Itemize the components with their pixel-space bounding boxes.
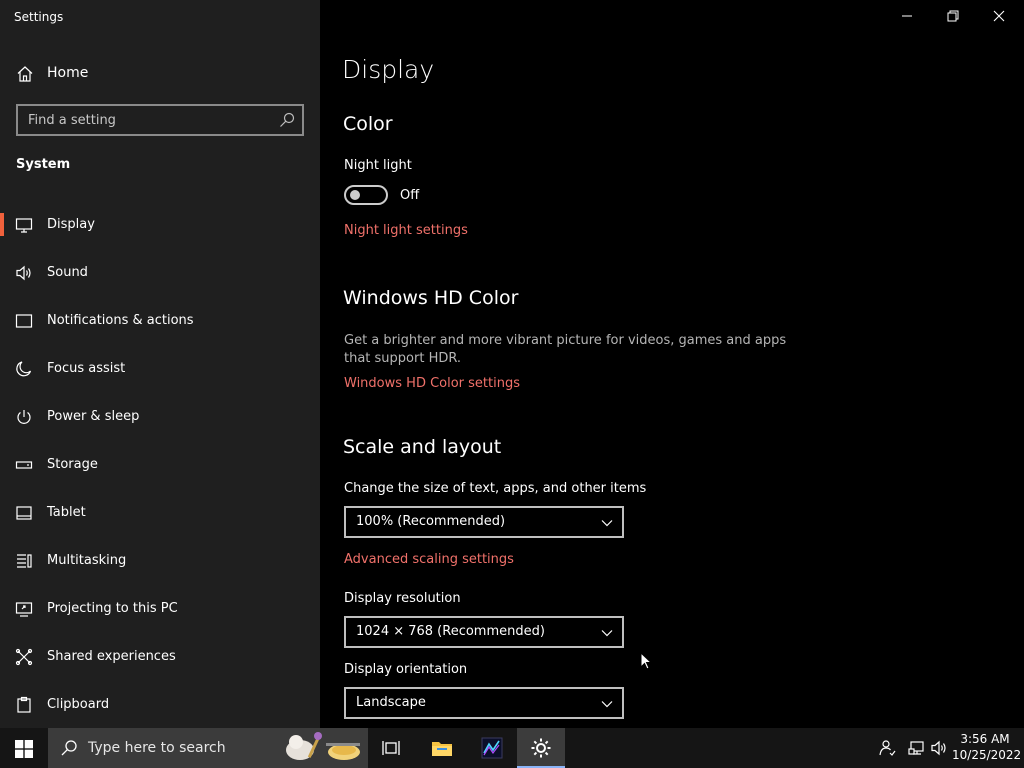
file-explorer-button[interactable] — [418, 728, 466, 768]
home-icon — [16, 65, 34, 83]
minimize-icon — [902, 15, 912, 17]
color-heading: Color — [343, 113, 393, 135]
restore-button[interactable] — [930, 0, 976, 32]
sidebar: Settings Home System Display So — [0, 0, 320, 728]
scale-value: 100% (Recommended) — [356, 514, 506, 529]
task-view-icon — [382, 741, 400, 755]
find-setting-input[interactable] — [18, 106, 268, 134]
volume-icon[interactable] — [930, 739, 948, 757]
sidebar-item-label: Notifications & actions — [47, 313, 194, 328]
night-light-settings-link[interactable]: Night light settings — [344, 223, 468, 238]
sidebar-item-sound[interactable]: Sound — [0, 256, 320, 304]
sidebar-item-label: Focus assist — [47, 361, 126, 376]
size-label: Change the size of text, apps, and other… — [344, 481, 647, 496]
night-light-label: Night light — [344, 158, 412, 173]
scale-dropdown[interactable]: 100% (Recommended) — [344, 506, 624, 538]
monitor-icon — [15, 216, 33, 234]
orientation-value: Landscape — [356, 695, 426, 710]
clock-time: 3:56 AM — [960, 732, 1010, 746]
hd-color-settings-link[interactable]: Windows HD Color settings — [344, 376, 520, 391]
sidebar-item-label: Power & sleep — [47, 409, 140, 424]
sidebar-item-label: Storage — [47, 457, 98, 472]
tablet-icon — [15, 504, 33, 522]
night-light-toggle[interactable] — [344, 185, 388, 205]
clipboard-icon — [15, 696, 33, 714]
taskbar: Type here to search 3:56 AM 10/25/2022 — [0, 728, 1024, 768]
notification-icon — [15, 312, 33, 330]
sidebar-item-notifications[interactable]: Notifications & actions — [0, 304, 320, 352]
sidebar-item-display[interactable]: Display — [0, 208, 320, 256]
sidebar-item-label: Tablet — [47, 505, 86, 520]
main-content: Display Color Night light Off Night ligh… — [320, 0, 1024, 728]
sidebar-item-projecting[interactable]: Projecting to this PC — [0, 592, 320, 640]
chevron-down-icon — [601, 520, 613, 527]
sidebar-nav: Display Sound Notifications & actions Fo… — [0, 208, 320, 736]
sidebar-item-label: Sound — [47, 265, 88, 280]
mouse-cursor-icon — [640, 652, 652, 670]
clock-date: 10/25/2022 — [952, 748, 1022, 762]
window-controls — [884, 0, 1024, 32]
app-title: Settings — [14, 10, 64, 24]
search-icon[interactable] — [279, 112, 295, 128]
resolution-label: Display resolution — [344, 591, 461, 606]
scale-layout-heading: Scale and layout — [343, 436, 502, 458]
taskbar-search-text: Type here to search — [88, 740, 226, 756]
section-title: System — [16, 157, 71, 172]
moon-icon — [15, 360, 33, 378]
sidebar-item-power-sleep[interactable]: Power & sleep — [0, 400, 320, 448]
clock[interactable]: 3:56 AM 10/25/2022 — [952, 731, 1022, 763]
chevron-down-icon — [601, 701, 613, 708]
sidebar-item-focus-assist[interactable]: Focus assist — [0, 352, 320, 400]
page-title: Display — [342, 55, 435, 84]
sidebar-item-label: Multitasking — [47, 553, 127, 568]
sidebar-item-label: Projecting to this PC — [47, 601, 178, 616]
home-label: Home — [47, 65, 89, 81]
stocks-app-button[interactable] — [468, 728, 516, 768]
start-button[interactable] — [0, 728, 48, 768]
close-icon — [993, 10, 1005, 22]
home-button[interactable]: Home — [0, 58, 320, 90]
storage-icon — [15, 456, 33, 474]
speaker-icon — [15, 264, 33, 282]
orientation-dropdown[interactable]: Landscape — [344, 687, 624, 719]
sidebar-item-shared-experiences[interactable]: Shared experiences — [0, 640, 320, 688]
windows-logo-icon — [15, 740, 33, 758]
toggle-knob — [350, 190, 360, 200]
system-tray: 3:56 AM 10/25/2022 — [864, 728, 1024, 768]
network-icon[interactable] — [908, 739, 926, 757]
resolution-value: 1024 × 768 (Recommended) — [356, 624, 545, 639]
find-setting-box[interactable] — [16, 104, 304, 136]
orientation-label: Display orientation — [344, 662, 468, 677]
search-icon — [61, 740, 77, 756]
minimize-button[interactable] — [884, 0, 930, 32]
sidebar-item-tablet[interactable]: Tablet — [0, 496, 320, 544]
sidebar-item-multitasking[interactable]: Multitasking — [0, 544, 320, 592]
advanced-scaling-link[interactable]: Advanced scaling settings — [344, 552, 514, 567]
chevron-down-icon — [601, 630, 613, 637]
sidebar-item-label: Display — [47, 217, 95, 232]
hd-color-description: Get a brighter and more vibrant picture … — [344, 333, 787, 366]
resolution-dropdown[interactable]: 1024 × 768 (Recommended) — [344, 616, 624, 648]
task-view-button[interactable] — [368, 728, 416, 768]
chart-app-icon — [481, 737, 503, 759]
power-icon — [15, 408, 33, 426]
people-icon[interactable] — [878, 739, 896, 757]
close-button[interactable] — [976, 0, 1022, 32]
folder-icon — [432, 742, 452, 756]
multitasking-icon — [15, 552, 33, 570]
gear-icon — [531, 738, 551, 758]
night-light-state: Off — [400, 188, 420, 203]
shared-experiences-icon — [15, 648, 33, 666]
taskbar-search-box[interactable]: Type here to search — [48, 728, 368, 768]
search-highlight-icon — [286, 732, 360, 760]
sidebar-item-label: Clipboard — [47, 697, 110, 712]
hd-color-heading: Windows HD Color — [343, 287, 519, 309]
projecting-icon — [15, 600, 33, 618]
sidebar-item-storage[interactable]: Storage — [0, 448, 320, 496]
sidebar-item-label: Shared experiences — [47, 649, 176, 664]
restore-icon — [947, 10, 959, 22]
settings-app-button[interactable] — [517, 728, 565, 768]
